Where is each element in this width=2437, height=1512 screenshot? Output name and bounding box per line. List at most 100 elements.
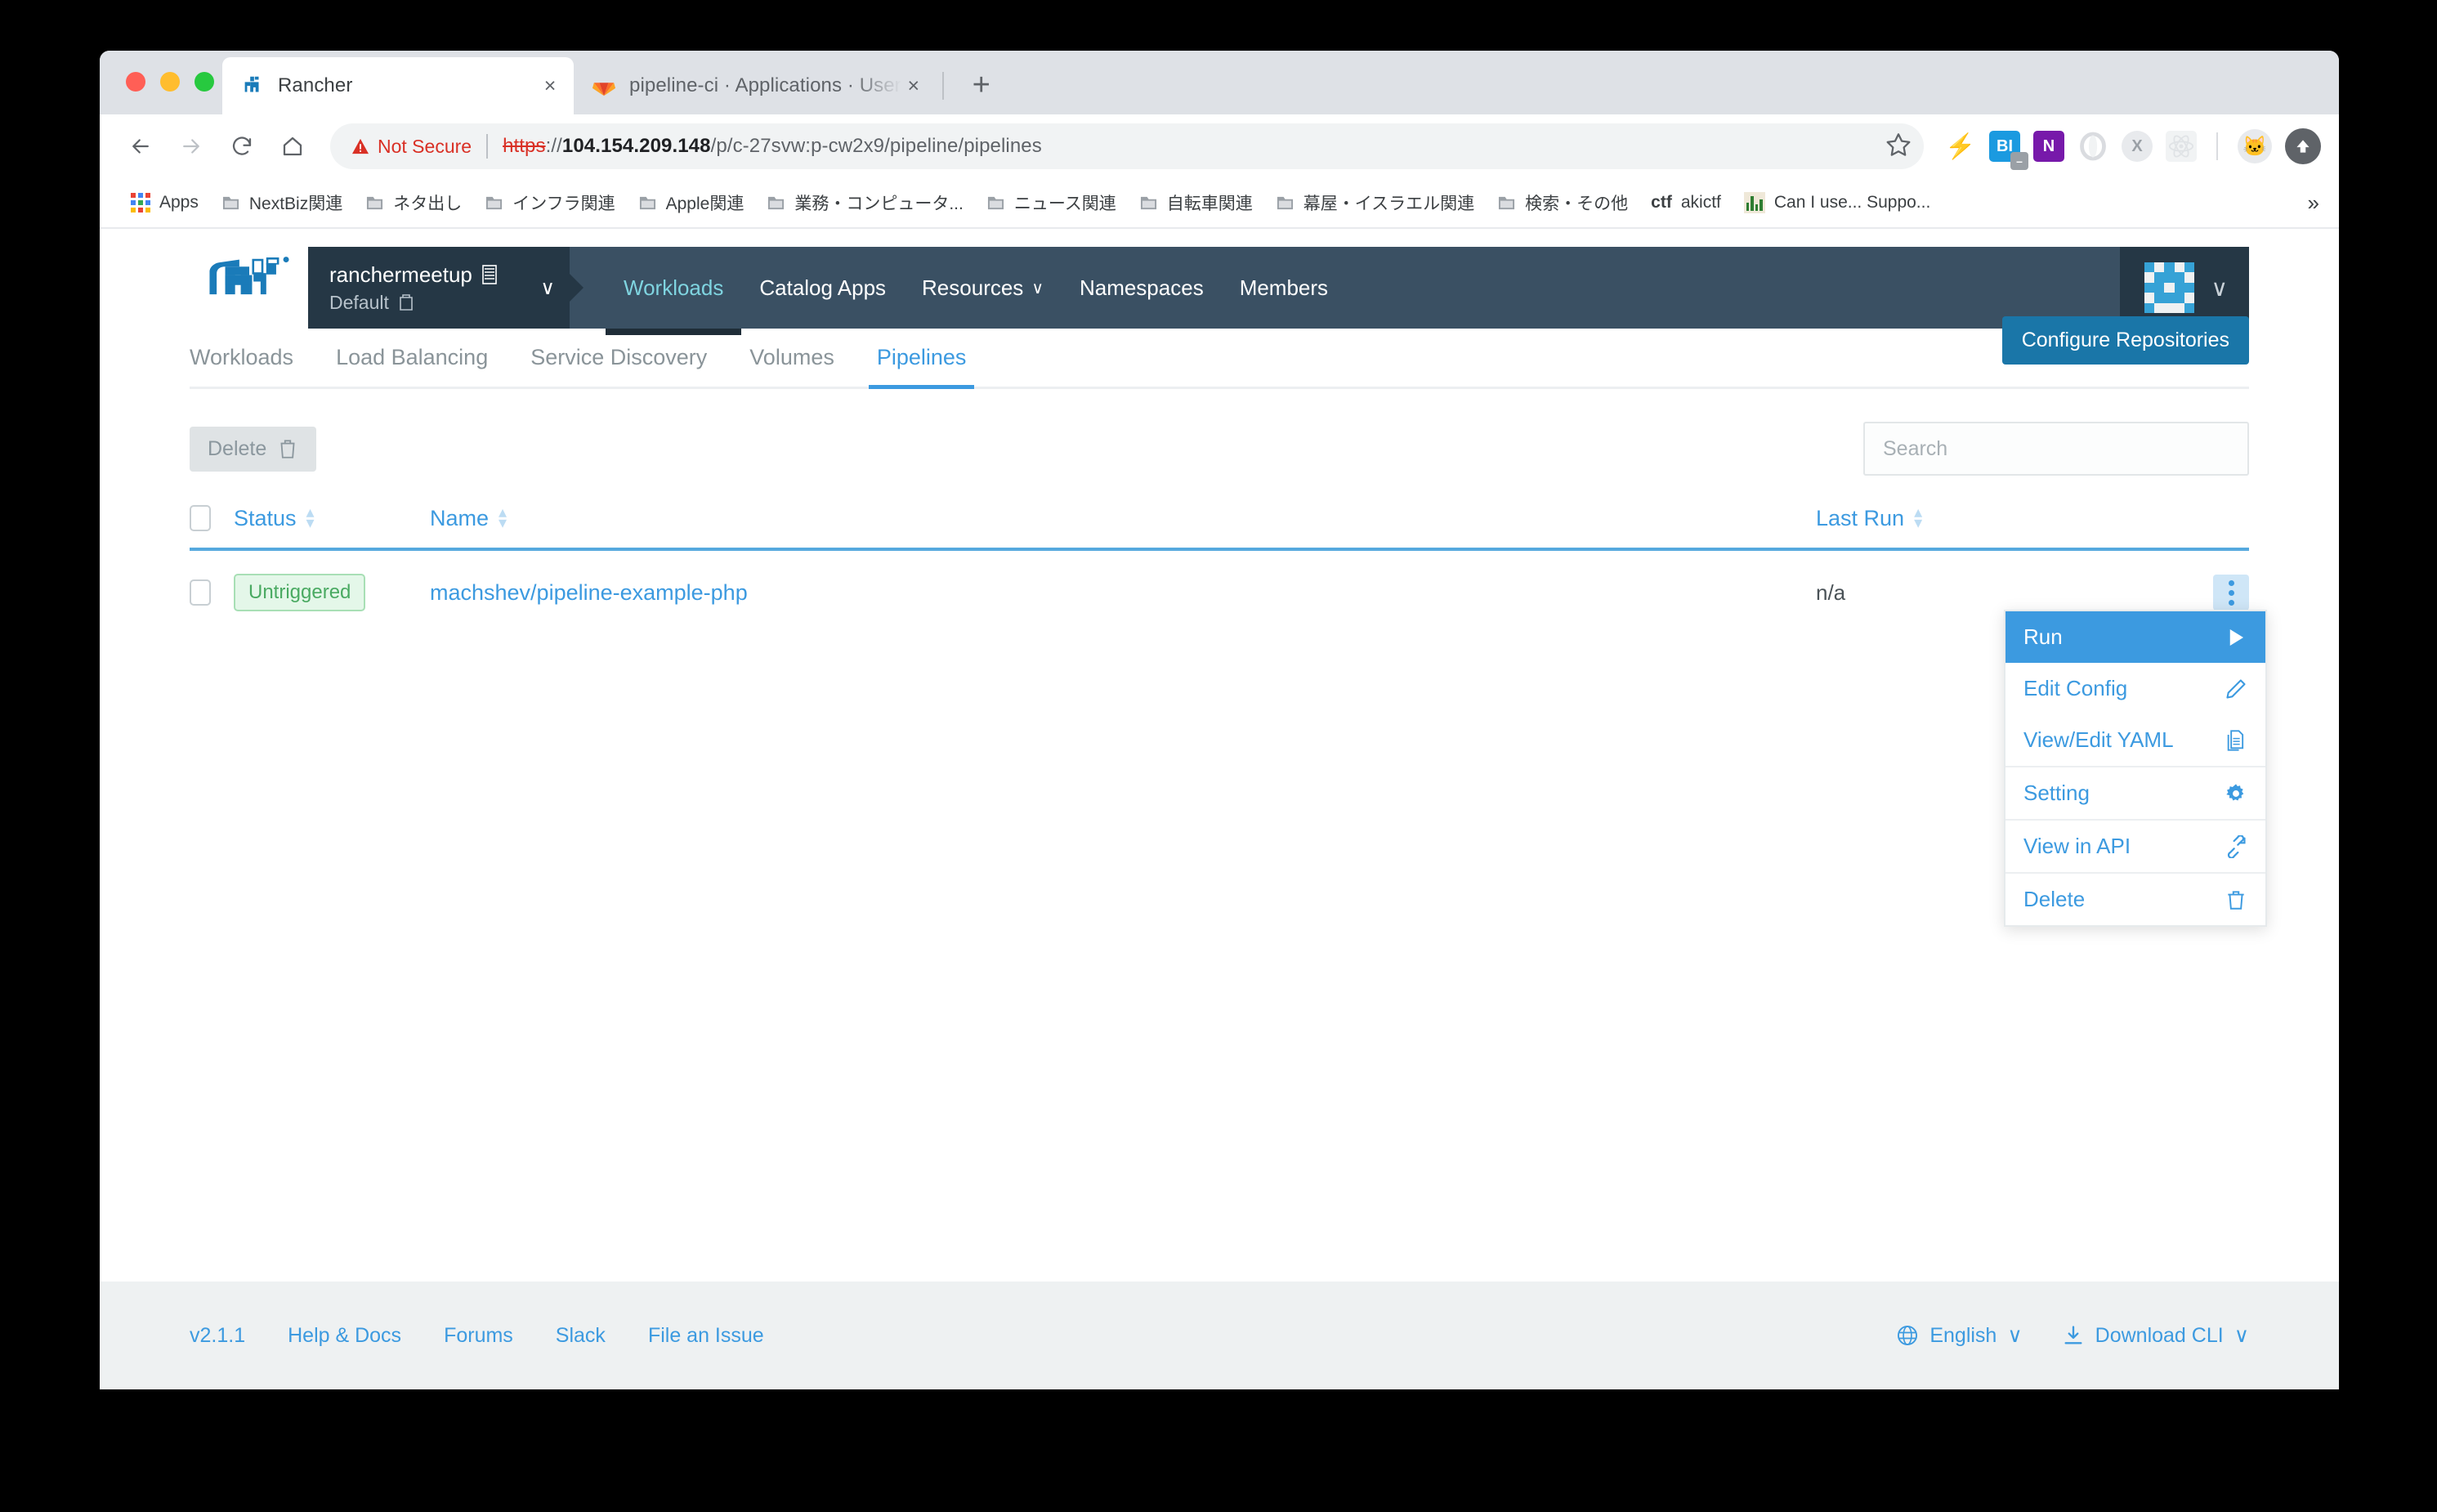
forward-arrow-icon <box>183 139 199 154</box>
rancher-footer: v2.1.1 Help & Docs Forums Slack File an … <box>100 1282 2339 1389</box>
x-extension-icon[interactable]: X <box>2122 131 2153 162</box>
configure-repositories-button[interactable]: Configure Repositories <box>2001 316 2249 365</box>
bookmark-folder-6[interactable]: ニュース関連 <box>975 183 1128 222</box>
forward-button[interactable] <box>168 123 214 169</box>
nav-link-resources[interactable]: Resources ∨ <box>904 247 1062 329</box>
download-cli-button[interactable]: Download CLI ∨ <box>2062 1323 2249 1348</box>
bookmark-folder-2[interactable]: ネタ出し <box>354 183 473 222</box>
project-picker[interactable]: ranchermeetup Default ∨ <box>308 247 570 329</box>
sort-icon[interactable]: ▴ ▾ <box>306 504 315 531</box>
pipeline-name-link[interactable]: machshev/pipeline-example-php <box>430 580 748 605</box>
address-bar[interactable]: Not Secure https://104.154.209.148/p/c-2… <box>330 123 1924 169</box>
rancher-logo[interactable] <box>190 247 308 311</box>
close-window-button[interactable] <box>126 72 145 92</box>
select-all-checkbox[interactable] <box>190 505 211 531</box>
bookmark-folder-5[interactable]: 業務・コンピュータ... <box>755 183 975 222</box>
bookmark-folder-4[interactable]: Apple関連 <box>627 183 756 222</box>
tab-volumes[interactable]: Volumes <box>728 345 856 387</box>
kebab-menu-icon[interactable] <box>2213 575 2249 611</box>
nav-link-catalog-apps[interactable]: Catalog Apps <box>741 247 904 329</box>
trash-icon <box>2225 888 2247 911</box>
footer-link-help-docs[interactable]: Help & Docs <box>288 1324 401 1348</box>
sort-icon[interactable]: ▴ ▾ <box>1914 504 1922 531</box>
close-tab-button[interactable]: × <box>901 74 926 98</box>
pipelines-table: Status ▴ ▾ Name ▴ ▾ Last Run ▴ ▾ Untrigg… <box>190 504 2267 927</box>
react-devtools-icon[interactable] <box>2166 131 2197 162</box>
bulk-delete-button[interactable]: Delete <box>190 426 317 472</box>
upload-arrow-icon[interactable] <box>2285 128 2321 164</box>
column-header-status[interactable]: Status ▴ ▾ <box>234 504 430 531</box>
extension-toolbar: ⚡ BI N X 🐱 <box>1938 128 2321 170</box>
footer-link-slack[interactable]: Slack <box>556 1324 606 1348</box>
bookmark-label: akictf <box>1680 193 1721 212</box>
nav-link-members[interactable]: Members <box>1222 247 1346 329</box>
bookmark-label: Apps <box>159 193 199 212</box>
column-header-name[interactable]: Name ▴ ▾ <box>430 504 1816 531</box>
nav-link-namespaces[interactable]: Namespaces <box>1062 247 1222 329</box>
context-menu-item-run[interactable]: Run <box>2005 611 2265 663</box>
bookmarks-overflow-button[interactable]: » <box>2296 190 2319 216</box>
identicon-avatar <box>2144 262 2195 313</box>
home-button[interactable] <box>270 123 315 169</box>
bookmark-apps[interactable]: Apps <box>119 183 210 222</box>
browser-tab-rancher[interactable]: Rancher × <box>222 57 574 114</box>
search-input[interactable] <box>1883 436 2229 461</box>
bookmark-folder-1[interactable]: NextBiz関連 <box>210 183 354 222</box>
bookmark-label: NextBiz関連 <box>248 195 343 213</box>
bookmark-akictf[interactable]: ctf akictf <box>1639 183 1733 222</box>
context-menu-item-view-in-api[interactable]: View in API <box>2005 819 2265 872</box>
nav-link-workloads[interactable]: Workloads <box>606 247 742 335</box>
lightning-bolt-icon[interactable]: ⚡ <box>1945 131 1976 162</box>
context-menu-item-setting[interactable]: Setting <box>2005 766 2265 819</box>
minimize-window-button[interactable] <box>160 72 180 92</box>
context-menu-item-view-edit-yaml[interactable]: View/Edit YAML <box>2005 714 2265 766</box>
folder-icon <box>639 196 655 209</box>
browser-toolbar: Not Secure https://104.154.209.148/p/c-2… <box>100 114 2339 178</box>
bookmark-star-icon[interactable] <box>1870 131 1912 163</box>
reload-button[interactable] <box>219 123 265 169</box>
row-checkbox[interactable] <box>190 579 211 606</box>
search-box[interactable] <box>1863 422 2249 476</box>
not-secure-indicator[interactable]: Not Secure <box>351 136 472 158</box>
bi-extension-icon[interactable]: BI <box>1989 131 2028 170</box>
tab-pipelines[interactable]: Pipelines <box>856 345 988 389</box>
folder-icon <box>486 196 503 209</box>
bookmark-folder-3[interactable]: インフラ関連 <box>473 183 626 222</box>
profile-avatar-icon[interactable]: 🐱 <box>2238 129 2272 163</box>
select-all-cell[interactable] <box>190 505 234 531</box>
footer-actions: English ∨ Download CLI ∨ <box>1896 1323 2249 1348</box>
opera-ring-icon[interactable] <box>2077 131 2108 162</box>
context-menu-item-edit-config[interactable]: Edit Config <box>2005 663 2265 714</box>
context-menu-label: View in API <box>2023 834 2131 858</box>
bookmark-folder-7[interactable]: 自転車関連 <box>1128 183 1264 222</box>
new-tab-button[interactable]: + <box>959 62 1004 108</box>
browser-tab-gitlab[interactable]: pipeline-ci · Applications · User × <box>574 57 937 114</box>
tab-load-balancing[interactable]: Load Balancing <box>315 345 509 387</box>
maximize-window-button[interactable] <box>195 72 214 92</box>
tab-workloads[interactable]: Workloads <box>190 345 315 387</box>
footer-link-file-an-issue[interactable]: File an Issue <box>648 1324 764 1348</box>
row-context-menu: Run Edit Config View/Edit YAML Setting V… <box>2004 610 2267 927</box>
bookmark-caniuse[interactable]: Can I use... Suppo... <box>1733 183 1942 222</box>
bookmark-folder-8[interactable]: 幕屋・イスラエル関連 <box>1264 183 1486 222</box>
bookmark-label: インフラ関連 <box>512 195 615 213</box>
footer-link-forums[interactable]: Forums <box>444 1324 513 1348</box>
sort-icon[interactable]: ▴ ▾ <box>499 504 507 531</box>
back-button[interactable] <box>118 123 163 169</box>
onenote-extension-icon[interactable]: N <box>2033 131 2064 162</box>
documents-icon <box>2227 729 2244 751</box>
context-menu-item-delete[interactable]: Delete <box>2005 872 2265 925</box>
bookmark-folder-9[interactable]: 検索・その他 <box>1486 183 1639 222</box>
language-selector[interactable]: English ∨ <box>1896 1323 2023 1348</box>
caniuse-chart-icon <box>1743 192 1765 213</box>
close-tab-button[interactable]: × <box>538 74 562 98</box>
ring-icon <box>2080 132 2106 161</box>
cell-last-run: n/a <box>1816 579 1846 605</box>
window-traffic-lights <box>126 72 214 92</box>
column-header-last-run[interactable]: Last Run ▴ ▾ <box>1816 504 2200 531</box>
rancher-cow-logo <box>208 257 289 295</box>
tab-service-discovery[interactable]: Service Discovery <box>509 345 728 387</box>
footer-version[interactable]: v2.1.1 <box>190 1324 245 1348</box>
row-select-cell[interactable] <box>190 579 234 606</box>
project-row: Default <box>329 292 499 314</box>
